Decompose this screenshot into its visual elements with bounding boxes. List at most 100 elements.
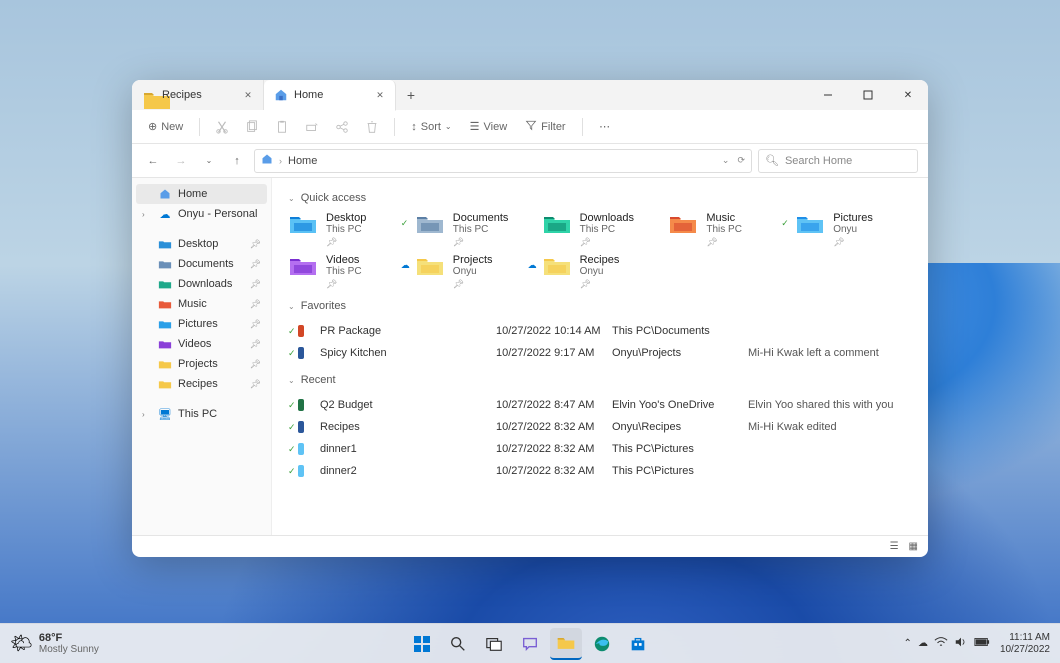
tray-chevron-icon[interactable]: ⌃	[904, 638, 912, 649]
sync-badge-icon: ✓	[781, 218, 791, 228]
content-area: ⌄ Quick access DesktopThis PC📌︎ ✓Document…	[272, 178, 928, 535]
folder-icon	[158, 357, 172, 371]
pin-icon: 📌︎	[250, 339, 261, 350]
section-quick-access[interactable]: ⌄ Quick access	[288, 192, 912, 204]
home-icon	[274, 88, 288, 102]
edge-button[interactable]	[586, 628, 618, 660]
details-view-icon[interactable]: ☰	[890, 541, 899, 552]
onedrive-tray-icon[interactable]: ☁	[918, 638, 928, 649]
filter-button[interactable]: Filter	[519, 115, 571, 139]
wifi-icon[interactable]	[934, 636, 948, 651]
section-favorites[interactable]: ⌄ Favorites	[288, 300, 912, 312]
chevron-down-icon: ⌄	[288, 302, 295, 311]
quick-access-item[interactable]: DownloadsThis PC📌︎	[542, 212, 659, 248]
paste-button[interactable]	[270, 115, 294, 139]
file-row[interactable]: ✓Spicy Kitchen10/27/2022 9:17 AMOnyu\Pro…	[288, 342, 912, 364]
cloud-badge-icon: ☁	[401, 260, 411, 270]
tab-home[interactable]: Home ✕	[264, 80, 396, 111]
new-button[interactable]: ⊕ New	[142, 115, 189, 139]
sidebar-item[interactable]: Projects📌︎	[136, 354, 267, 374]
quick-access-item[interactable]: MusicThis PC📌︎	[668, 212, 785, 248]
folder-icon	[142, 88, 156, 102]
chat-button[interactable]	[514, 628, 546, 660]
quick-access-item[interactable]: ☁RecipesOnyu📌︎	[542, 254, 659, 290]
quick-access-item[interactable]: DesktopThis PC📌︎	[288, 212, 405, 248]
view-button[interactable]: ☰ View	[464, 115, 514, 139]
file-row[interactable]: ✓PR Package10/27/2022 10:14 AMThis PC\Do…	[288, 320, 912, 342]
copy-button[interactable]	[240, 115, 264, 139]
sidebar-item[interactable]: Recipes📌︎	[136, 374, 267, 394]
chevron-down-icon: ⌄	[288, 376, 295, 385]
store-button[interactable]	[622, 628, 654, 660]
back-button[interactable]: ←	[142, 150, 164, 172]
weather-icon: 🌤	[10, 633, 33, 654]
view-icon: ☰	[470, 120, 480, 133]
folder-icon	[158, 317, 172, 331]
sidebar-onedrive[interactable]: › ☁ Onyu - Personal	[136, 204, 267, 224]
sidebar-item[interactable]: Videos📌︎	[136, 334, 267, 354]
task-view-button[interactable]	[478, 628, 510, 660]
folder-icon	[158, 237, 172, 251]
quick-access-item[interactable]: ✓DocumentsThis PC📌︎	[415, 212, 532, 248]
pin-icon: 📌︎	[580, 279, 620, 290]
quick-access-item[interactable]: ☁ProjectsOnyu📌︎	[415, 254, 532, 290]
battery-icon[interactable]	[974, 637, 990, 650]
sidebar-home[interactable]: Home	[136, 184, 267, 204]
recent-dropdown[interactable]: ⌄	[198, 150, 220, 172]
file-row[interactable]: ✓Q2 Budget10/27/2022 8:47 AMElvin Yoo's …	[288, 394, 912, 416]
sidebar-this-pc[interactable]: › 🖥 This PC	[136, 404, 267, 424]
sidebar-item[interactable]: Downloads📌︎	[136, 274, 267, 294]
volume-icon[interactable]	[954, 636, 968, 651]
sidebar-item[interactable]: Pictures📌︎	[136, 314, 267, 334]
plus-icon: ⊕	[148, 120, 157, 133]
sidebar-item[interactable]: Music📌︎	[136, 294, 267, 314]
section-recent[interactable]: ⌄ Recent	[288, 374, 912, 386]
pin-icon: 📌︎	[326, 237, 366, 248]
maximize-button[interactable]	[848, 80, 888, 110]
chevron-right-icon[interactable]: ›	[142, 210, 152, 219]
pin-icon: 📌︎	[250, 299, 261, 310]
chevron-down-icon[interactable]: ⌄	[722, 155, 730, 166]
monitor-icon: 🖥	[158, 407, 172, 421]
weather-widget[interactable]: 🌤 68°F Mostly Sunny	[10, 632, 99, 655]
address-bar[interactable]: › Home ⌄ ⟳	[254, 149, 752, 173]
folder-icon	[158, 277, 172, 291]
quick-access-item[interactable]: ✓PicturesOnyu📌︎	[795, 212, 912, 248]
tiles-view-icon[interactable]: ▦	[909, 541, 918, 552]
more-button[interactable]: ⋯	[593, 115, 617, 139]
delete-button[interactable]	[360, 115, 384, 139]
search-button[interactable]	[442, 628, 474, 660]
quick-access-item[interactable]: VideosThis PC📌︎	[288, 254, 405, 290]
file-row[interactable]: ✓Recipes10/27/2022 8:32 AMOnyu\RecipesMi…	[288, 416, 912, 438]
search-input[interactable]: 🔍︎ Search Home	[758, 149, 918, 173]
titlebar: Recipes ✕ Home ✕ + ✕	[132, 80, 928, 110]
tab-recipes[interactable]: Recipes ✕	[132, 80, 264, 110]
file-row[interactable]: ✓dinner110/27/2022 8:32 AMThis PC\Pictur…	[288, 438, 912, 460]
taskbar: 🌤 68°F Mostly Sunny ⌃ ☁ 11:11 AM 10/27/2…	[0, 623, 1060, 663]
share-button[interactable]	[330, 115, 354, 139]
sidebar-item[interactable]: Desktop📌︎	[136, 234, 267, 254]
sidebar-item[interactable]: Documents📌︎	[136, 254, 267, 274]
minimize-button[interactable]	[808, 80, 848, 110]
start-button[interactable]	[406, 628, 438, 660]
sidebar: Home › ☁ Onyu - Personal Desktop📌︎Docume…	[132, 178, 272, 535]
pin-icon: 📌︎	[833, 237, 873, 248]
chevron-right-icon[interactable]: ›	[142, 410, 152, 419]
pin-icon: 📌︎	[453, 279, 493, 290]
new-tab-button[interactable]: +	[396, 80, 426, 110]
clock[interactable]: 11:11 AM 10/27/2022	[1000, 632, 1050, 656]
close-tab-icon[interactable]: ✕	[373, 88, 387, 102]
close-window-button[interactable]: ✕	[888, 80, 928, 110]
forward-button[interactable]: →	[170, 150, 192, 172]
file-row[interactable]: ✓dinner210/27/2022 8:32 AMThis PC\Pictur…	[288, 460, 912, 482]
up-button[interactable]: ↑	[226, 150, 248, 172]
file-icon: ✓	[288, 463, 304, 479]
sort-button[interactable]: ↕ Sort ⌄	[405, 115, 457, 139]
cut-button[interactable]	[210, 115, 234, 139]
file-icon: ✓	[288, 441, 304, 457]
close-tab-icon[interactable]: ✕	[241, 88, 255, 102]
refresh-icon[interactable]: ⟳	[737, 155, 745, 166]
breadcrumb-home[interactable]: Home	[288, 155, 317, 167]
rename-button[interactable]	[300, 115, 324, 139]
explorer-button[interactable]	[550, 628, 582, 660]
